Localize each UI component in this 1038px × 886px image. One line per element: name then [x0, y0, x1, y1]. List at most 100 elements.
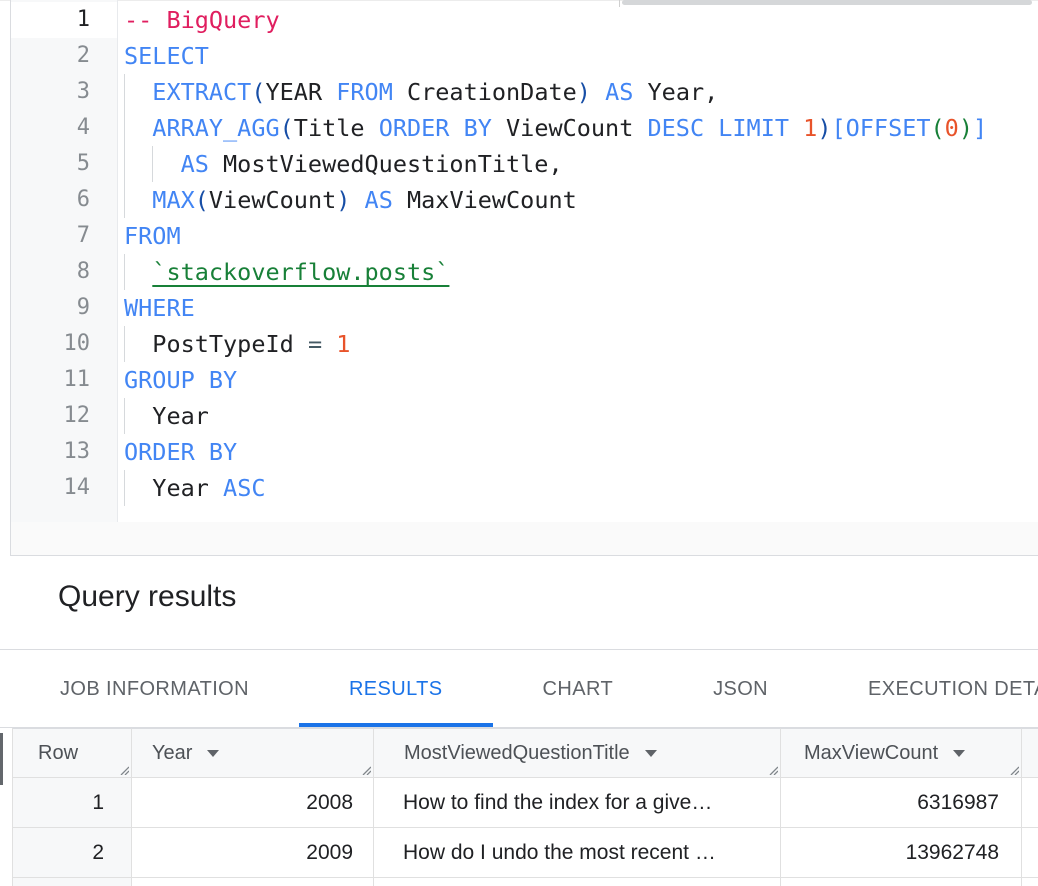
- cell-extra: [1022, 778, 1038, 828]
- line-number: 13: [11, 434, 117, 470]
- table-row: 2 2009 How do I undo the most recent … 1…: [13, 828, 1038, 878]
- code-token-paren2: ): [959, 114, 973, 142]
- column-menu-icon[interactable]: [645, 750, 657, 757]
- code-token-plain: MostViewedQuestionTitle,: [209, 150, 563, 178]
- cell-title: How to find the index for a give…: [374, 778, 781, 828]
- code-token-keyword: MAX: [152, 186, 194, 214]
- table-reference-link[interactable]: `stackoverflow.posts`: [152, 258, 449, 286]
- code-token-plain: ViewCount: [492, 114, 648, 142]
- tab-label: JSON: [713, 678, 768, 701]
- code-token-plain: Title: [294, 114, 379, 142]
- code-token-keyword: ORDER BY: [379, 114, 492, 142]
- line-number: 6: [11, 182, 117, 218]
- line-number: 12: [11, 398, 117, 434]
- column-header-mostviewedquestiontitle[interactable]: MostViewedQuestionTitle: [374, 728, 781, 778]
- indent-guide: [124, 110, 125, 146]
- code-token-paren1: (: [251, 78, 265, 106]
- line-number: 10: [11, 326, 117, 362]
- line-number: 7: [11, 218, 117, 254]
- line-number: 9: [11, 290, 117, 326]
- indent-guide: [124, 398, 125, 434]
- column-header-year[interactable]: Year: [132, 728, 374, 778]
- line-number: 3: [11, 74, 117, 110]
- sql-editor[interactable]: 1234567891011121314 -- BigQuerySELECT EX…: [0, 0, 1038, 522]
- table-row: 1 2008 How to find the index for a give……: [13, 778, 1038, 828]
- code-token-keyword: FROM: [124, 222, 181, 250]
- code-token-keyword: OFFSET: [846, 114, 931, 142]
- code-line[interactable]: MAX(ViewCount) AS MaxViewCount: [119, 182, 1038, 218]
- code-line[interactable]: AS MostViewedQuestionTitle,: [119, 146, 1038, 182]
- code-token-bracket: ]: [973, 114, 987, 142]
- code-line[interactable]: -- BigQuery: [119, 2, 1038, 38]
- cell-year: [132, 878, 374, 886]
- code-line[interactable]: Year: [119, 398, 1038, 434]
- column-resize-handle-icon[interactable]: [358, 762, 371, 775]
- line-number: 11: [11, 362, 117, 398]
- code-token-keyword: AS: [350, 186, 407, 214]
- code-token-keyword: ORDER BY: [124, 438, 237, 466]
- code-token-keyword: WHERE: [124, 294, 195, 322]
- code-token-plain: YEAR: [266, 78, 337, 106]
- page-title: Query results: [0, 556, 1038, 614]
- column-menu-icon[interactable]: [953, 750, 965, 757]
- tab-json[interactable]: JSON: [663, 651, 818, 727]
- code-token-plain: [322, 330, 336, 358]
- cell-year: 2009: [132, 828, 374, 878]
- column-resize-handle-icon[interactable]: [116, 762, 129, 775]
- editor-bottom-band: [11, 522, 1038, 556]
- editor-lines: -- BigQuery SELECT EXTRACT(YEAR FROM Crea…: [119, 2, 1038, 506]
- cell-max-view-count: 13962748: [781, 828, 1022, 878]
- code-token-number: 1: [803, 114, 817, 142]
- indent-guide: [152, 146, 153, 182]
- column-header-row[interactable]: Row: [13, 728, 132, 778]
- column-label: MostViewedQuestionTitle: [404, 742, 630, 765]
- cell-max-view-count: [781, 878, 1022, 886]
- code-line[interactable]: PostTypeId = 1: [119, 326, 1038, 362]
- code-token-number: 0: [945, 114, 959, 142]
- code-line[interactable]: GROUP BY: [119, 362, 1038, 398]
- code-line[interactable]: ORDER BY: [119, 434, 1038, 470]
- code-token-plain: PostTypeId: [124, 330, 308, 358]
- code-token-paren1: ): [336, 186, 350, 214]
- query-results-panel: Query results: [0, 556, 1038, 650]
- column-resize-handle-icon[interactable]: [765, 762, 778, 775]
- column-menu-icon[interactable]: [207, 750, 219, 757]
- line-number: 4: [11, 110, 117, 146]
- code-token-keyword: EXTRACT: [152, 78, 251, 106]
- line-number: 5: [11, 146, 117, 182]
- column-header-maxviewcount[interactable]: MaxViewCount: [781, 728, 1022, 778]
- cell-title: How do I undo the most recent …: [374, 828, 781, 878]
- code-line[interactable]: Year ASC: [119, 470, 1038, 506]
- tab-chart[interactable]: CHART: [493, 651, 664, 727]
- code-line[interactable]: `stackoverflow.posts`: [119, 254, 1038, 290]
- code-token-paren1: ): [817, 114, 831, 142]
- code-line[interactable]: WHERE: [119, 290, 1038, 326]
- tab-job-information[interactable]: JOB INFORMATION: [10, 651, 299, 727]
- column-label: Year: [152, 742, 192, 765]
- cell-title: [374, 878, 781, 886]
- code-token-plain: [124, 114, 152, 142]
- table-header-row: Row Year MostViewedQuestionTitle MaxView…: [13, 728, 1038, 778]
- cell-row-number: 1: [13, 778, 132, 828]
- code-token-keyword: SELECT: [124, 42, 209, 70]
- code-line[interactable]: EXTRACT(YEAR FROM CreationDate) AS Year,: [119, 74, 1038, 110]
- indent-guide: [124, 470, 125, 506]
- column-resize-handle-icon[interactable]: [1006, 762, 1019, 775]
- code-line[interactable]: FROM: [119, 218, 1038, 254]
- code-token-plain: [124, 186, 152, 214]
- code-token-plain: Year: [124, 474, 223, 502]
- tab-label: JOB INFORMATION: [60, 678, 249, 701]
- tab-execution-details[interactable]: EXECUTION DETAILS: [818, 651, 1038, 727]
- code-line[interactable]: ARRAY_AGG(Title ORDER BY ViewCount DESC …: [119, 110, 1038, 146]
- code-token-paren1: (: [280, 114, 294, 142]
- tab-results[interactable]: RESULTS: [299, 651, 493, 727]
- code-token-paren1: (: [195, 186, 209, 214]
- cell-row-number: 2: [13, 828, 132, 878]
- code-line[interactable]: SELECT: [119, 38, 1038, 74]
- cell-extra: [1022, 828, 1038, 878]
- code-token-keyword: ASC: [223, 474, 265, 502]
- line-number: 2: [11, 38, 117, 74]
- line-number: 8: [11, 254, 117, 290]
- vertical-scrollbar-fragment[interactable]: [0, 733, 3, 785]
- cell-row-number: [13, 878, 132, 886]
